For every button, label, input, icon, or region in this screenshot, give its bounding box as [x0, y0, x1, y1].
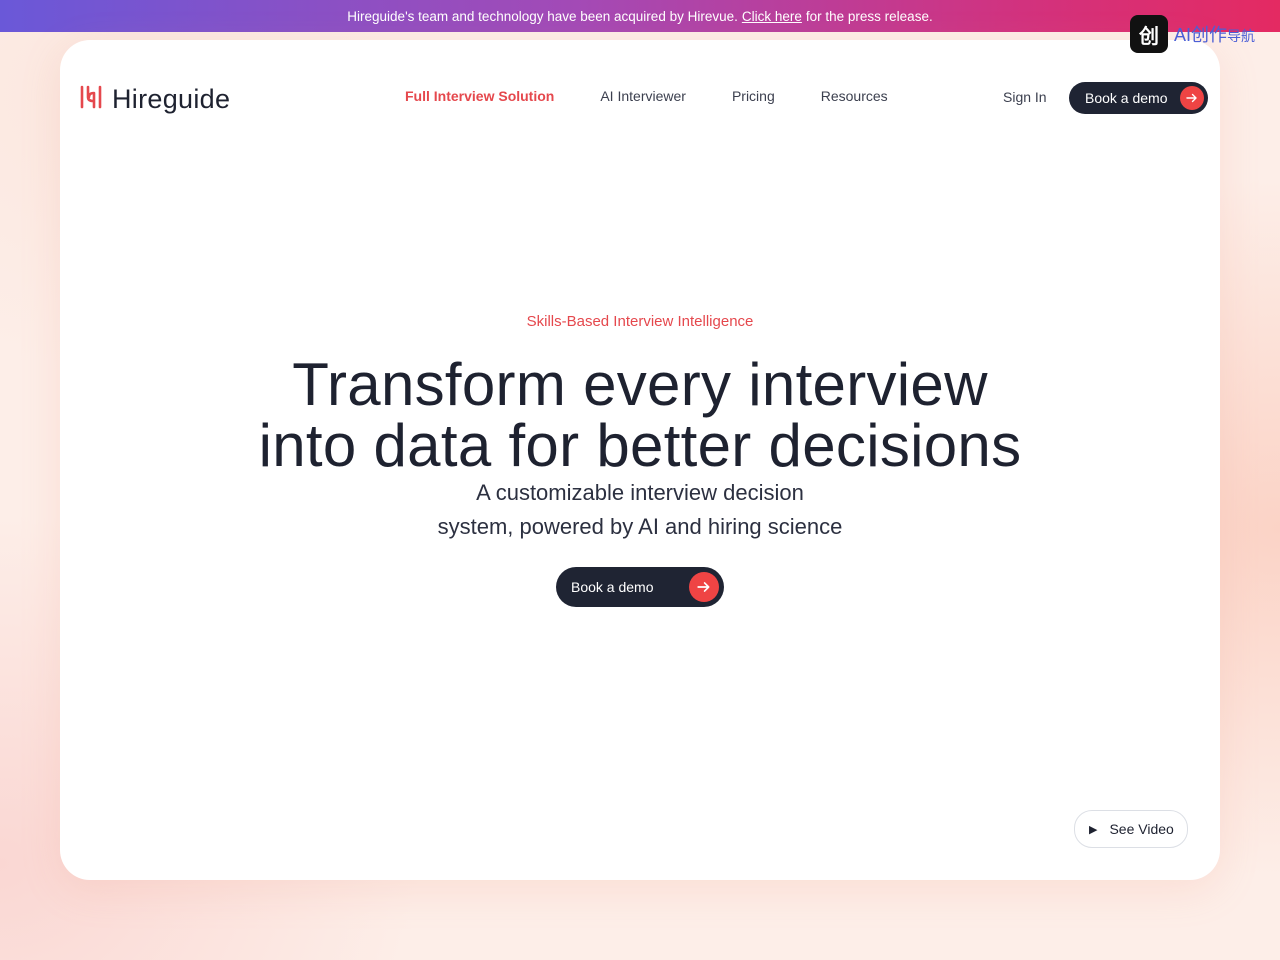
badge-text: AI创作导航 — [1174, 25, 1256, 45]
banner-press-link[interactable]: Click here — [742, 9, 802, 24]
nav-book-demo-label: Book a demo — [1085, 90, 1168, 106]
hero-book-demo-label: Book a demo — [571, 579, 654, 595]
see-video-button[interactable]: ▶ See Video — [1074, 810, 1188, 848]
banner-text-after: for the press release. — [805, 8, 933, 24]
hero-subheadline: A customizable interview decision system… — [60, 476, 1220, 544]
nav-item-ai-interviewer[interactable]: AI Interviewer — [600, 88, 686, 104]
hero-sub-line-2: system, powered by AI and hiring science — [437, 514, 843, 539]
see-video-label: See Video — [1109, 821, 1174, 837]
main-nav: Full Interview Solution AI Interviewer P… — [405, 88, 934, 104]
brand-logo[interactable]: Hireguide — [80, 84, 230, 115]
hero-sub-line-1: A customizable interview decision — [476, 480, 804, 505]
hero-card: Hireguide Full Interview Solution AI Int… — [60, 40, 1220, 880]
sign-in-link[interactable]: Sign In — [1003, 89, 1047, 105]
badge-logo-icon: 创 — [1130, 15, 1168, 53]
nav-book-demo-button[interactable]: Book a demo — [1069, 82, 1208, 114]
hireguide-logo-icon — [80, 85, 102, 114]
hero-book-demo-button[interactable]: Book a demo — [556, 567, 724, 607]
hero-headline: Transform every interview into data for … — [60, 354, 1220, 476]
hero-eyebrow: Skills-Based Interview Intelligence — [526, 313, 754, 330]
overlay-watermark-badge: 创 AI创作导航 — [1130, 15, 1255, 53]
brand-name: Hireguide — [112, 84, 231, 114]
play-icon: ▶ — [1089, 823, 1098, 836]
hero-headline-line-1: Transform every interview — [292, 351, 988, 418]
announcement-banner: Hireguide's team and technology have bee… — [0, 0, 1280, 32]
nav-item-pricing[interactable]: Pricing — [732, 88, 775, 104]
hero-headline-line-2: into data for better decisions — [258, 412, 1022, 479]
banner-text: Hireguide's team and technology have bee… — [347, 8, 738, 24]
nav-item-resources[interactable]: Resources — [821, 88, 888, 104]
nav-item-full-interview-solution[interactable]: Full Interview Solution — [405, 88, 554, 104]
arrow-right-icon — [1180, 86, 1204, 110]
arrow-right-icon — [689, 572, 719, 602]
